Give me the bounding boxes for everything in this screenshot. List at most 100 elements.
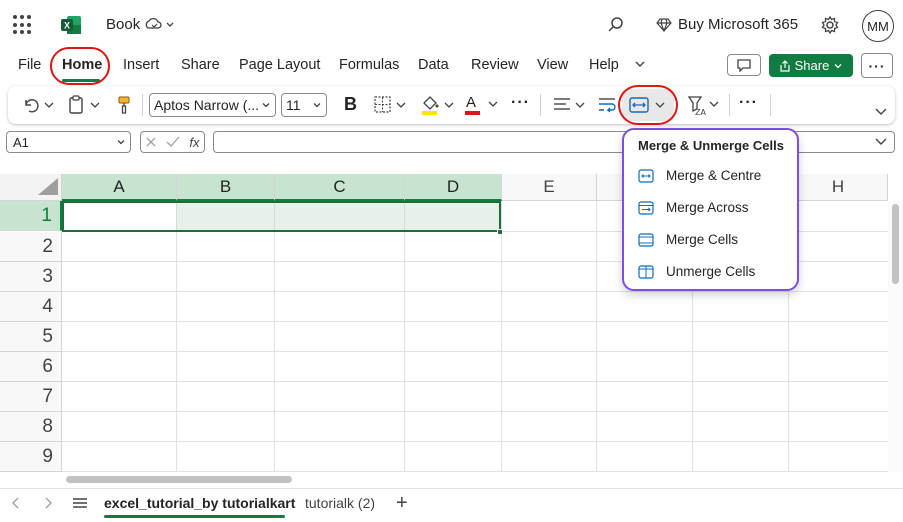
share-button[interactable]: Share <box>769 54 853 77</box>
row-header-6[interactable]: 6 <box>0 352 62 382</box>
gridline <box>404 203 405 230</box>
ribbon-separator <box>770 94 771 116</box>
unmerge-cells-icon <box>638 264 654 279</box>
more-ribbon-options-icon[interactable]: ··· <box>739 94 758 112</box>
all-sheets-menu-icon[interactable] <box>72 496 88 510</box>
tab-file[interactable]: File <box>18 57 41 73</box>
paste-icon[interactable] <box>66 95 104 115</box>
menu-item-label: Merge Cells <box>666 232 739 247</box>
row-header-4[interactable]: 4 <box>0 292 62 322</box>
font-color-button[interactable]: A <box>463 94 501 116</box>
share-label: Share <box>794 58 830 73</box>
chevron-down-icon <box>834 63 842 68</box>
vertical-scroll-thumb[interactable] <box>892 204 899 284</box>
row-header-2[interactable]: 2 <box>0 232 62 262</box>
gridline <box>62 441 888 442</box>
column-header-h[interactable]: H <box>789 174 888 201</box>
cancel-icon[interactable] <box>145 136 157 148</box>
format-painter-icon[interactable] <box>116 95 132 115</box>
previous-sheet-icon[interactable] <box>10 496 22 510</box>
active-cell[interactable] <box>64 203 176 230</box>
tab-formulas[interactable]: Formulas <box>339 57 399 73</box>
merge-across-icon <box>638 200 654 215</box>
home-annotation-circle <box>50 47 110 85</box>
row-header-3[interactable]: 3 <box>0 262 62 292</box>
gridline <box>596 201 597 472</box>
font-size-select[interactable]: 11 <box>281 93 327 117</box>
menu-title: Merge & Unmerge Cells <box>638 138 784 153</box>
menu-tabs: File Home Insert Share Page Layout Formu… <box>0 50 903 82</box>
row-header-1[interactable]: 1 <box>0 201 62 231</box>
tab-view[interactable]: View <box>537 57 568 73</box>
merge-centre-icon <box>638 168 654 183</box>
autosave-chevron-icon[interactable] <box>144 16 176 34</box>
ribbon-separator <box>729 94 730 116</box>
fill-handle[interactable] <box>497 229 503 235</box>
undo-icon[interactable] <box>22 96 58 114</box>
fill-color-icon[interactable] <box>420 94 456 116</box>
expand-formula-chevron-icon[interactable] <box>874 134 888 148</box>
expand-ribbon-chevron-icon[interactable] <box>874 104 888 118</box>
tab-share[interactable]: Share <box>181 57 220 73</box>
document-title[interactable]: Book <box>106 16 140 33</box>
borders-icon[interactable] <box>373 95 409 115</box>
share-icon <box>780 59 790 72</box>
svg-text:X: X <box>64 21 70 31</box>
buy-microsoft-365-link[interactable]: Buy Microsoft 365 <box>656 16 798 33</box>
row-header-7[interactable]: 7 <box>0 382 62 412</box>
row-header-9[interactable]: 9 <box>0 442 62 472</box>
name-box[interactable]: A1 <box>6 131 131 153</box>
font-name-value: Aptos Narrow (... <box>154 97 260 113</box>
align-icon[interactable] <box>552 95 588 115</box>
insert-function-icon[interactable]: fx <box>189 135 199 150</box>
more-options-button[interactable]: ··· <box>861 53 893 78</box>
bold-button[interactable]: B <box>344 94 357 115</box>
name-box-value: A1 <box>13 134 29 150</box>
more-tabs-chevron-icon[interactable] <box>633 57 647 71</box>
tab-page-layout[interactable]: Page Layout <box>239 57 320 73</box>
add-sheet-button[interactable]: + <box>396 492 408 515</box>
wrap-text-icon[interactable] <box>597 95 617 115</box>
horizontal-scroll-thumb[interactable] <box>66 476 292 483</box>
sort-filter-icon[interactable]: ZA <box>686 94 722 116</box>
gear-icon[interactable] <box>820 15 840 35</box>
sheet-tab-tutorialk-2[interactable]: tutorialk (2) <box>305 495 375 511</box>
chevron-down-icon <box>117 140 125 145</box>
next-sheet-icon[interactable] <box>42 496 54 510</box>
search-icon[interactable] <box>606 15 626 35</box>
comments-button[interactable] <box>727 54 761 76</box>
menu-item-merge-cells[interactable]: Merge Cells <box>638 232 738 247</box>
tab-review[interactable]: Review <box>471 57 519 73</box>
gridline <box>176 201 177 472</box>
column-header-c[interactable]: C <box>275 174 405 201</box>
merge-cells-icon <box>638 232 654 247</box>
gridline <box>62 291 888 292</box>
comment-icon <box>737 59 751 72</box>
chevron-down-icon <box>488 101 498 107</box>
app-launcher-icon[interactable] <box>13 15 33 35</box>
more-font-options-icon[interactable]: ··· <box>511 94 530 112</box>
tab-insert[interactable]: Insert <box>123 57 159 73</box>
tab-data[interactable]: Data <box>418 57 449 73</box>
menu-item-unmerge-cells[interactable]: Unmerge Cells <box>638 264 755 279</box>
tab-help[interactable]: Help <box>589 57 619 73</box>
avatar[interactable]: MM <box>862 10 894 42</box>
gridline <box>274 201 275 472</box>
ribbon-separator <box>540 94 541 116</box>
merge-dropdown-menu: Merge & Unmerge Cells Merge & Centre Mer… <box>622 128 799 291</box>
menu-item-merge-centre[interactable]: Merge & Centre <box>638 168 761 183</box>
row-header-5[interactable]: 5 <box>0 322 62 352</box>
font-color-letter: A <box>466 94 477 111</box>
menu-item-merge-across[interactable]: Merge Across <box>638 200 749 215</box>
chevron-down-icon <box>262 103 270 108</box>
column-header-a[interactable]: A <box>62 174 177 201</box>
menu-item-label: Merge & Centre <box>666 168 762 183</box>
column-header-b[interactable]: B <box>177 174 275 201</box>
row-header-8[interactable]: 8 <box>0 412 62 442</box>
column-header-d[interactable]: D <box>405 174 502 201</box>
confirm-icon[interactable] <box>166 136 180 148</box>
column-header-e[interactable]: E <box>502 174 597 201</box>
sheet-tab-active[interactable]: excel_tutorial_by tutorialkart <box>104 495 295 511</box>
diamond-icon <box>656 17 672 32</box>
font-name-select[interactable]: Aptos Narrow (... <box>149 93 276 117</box>
